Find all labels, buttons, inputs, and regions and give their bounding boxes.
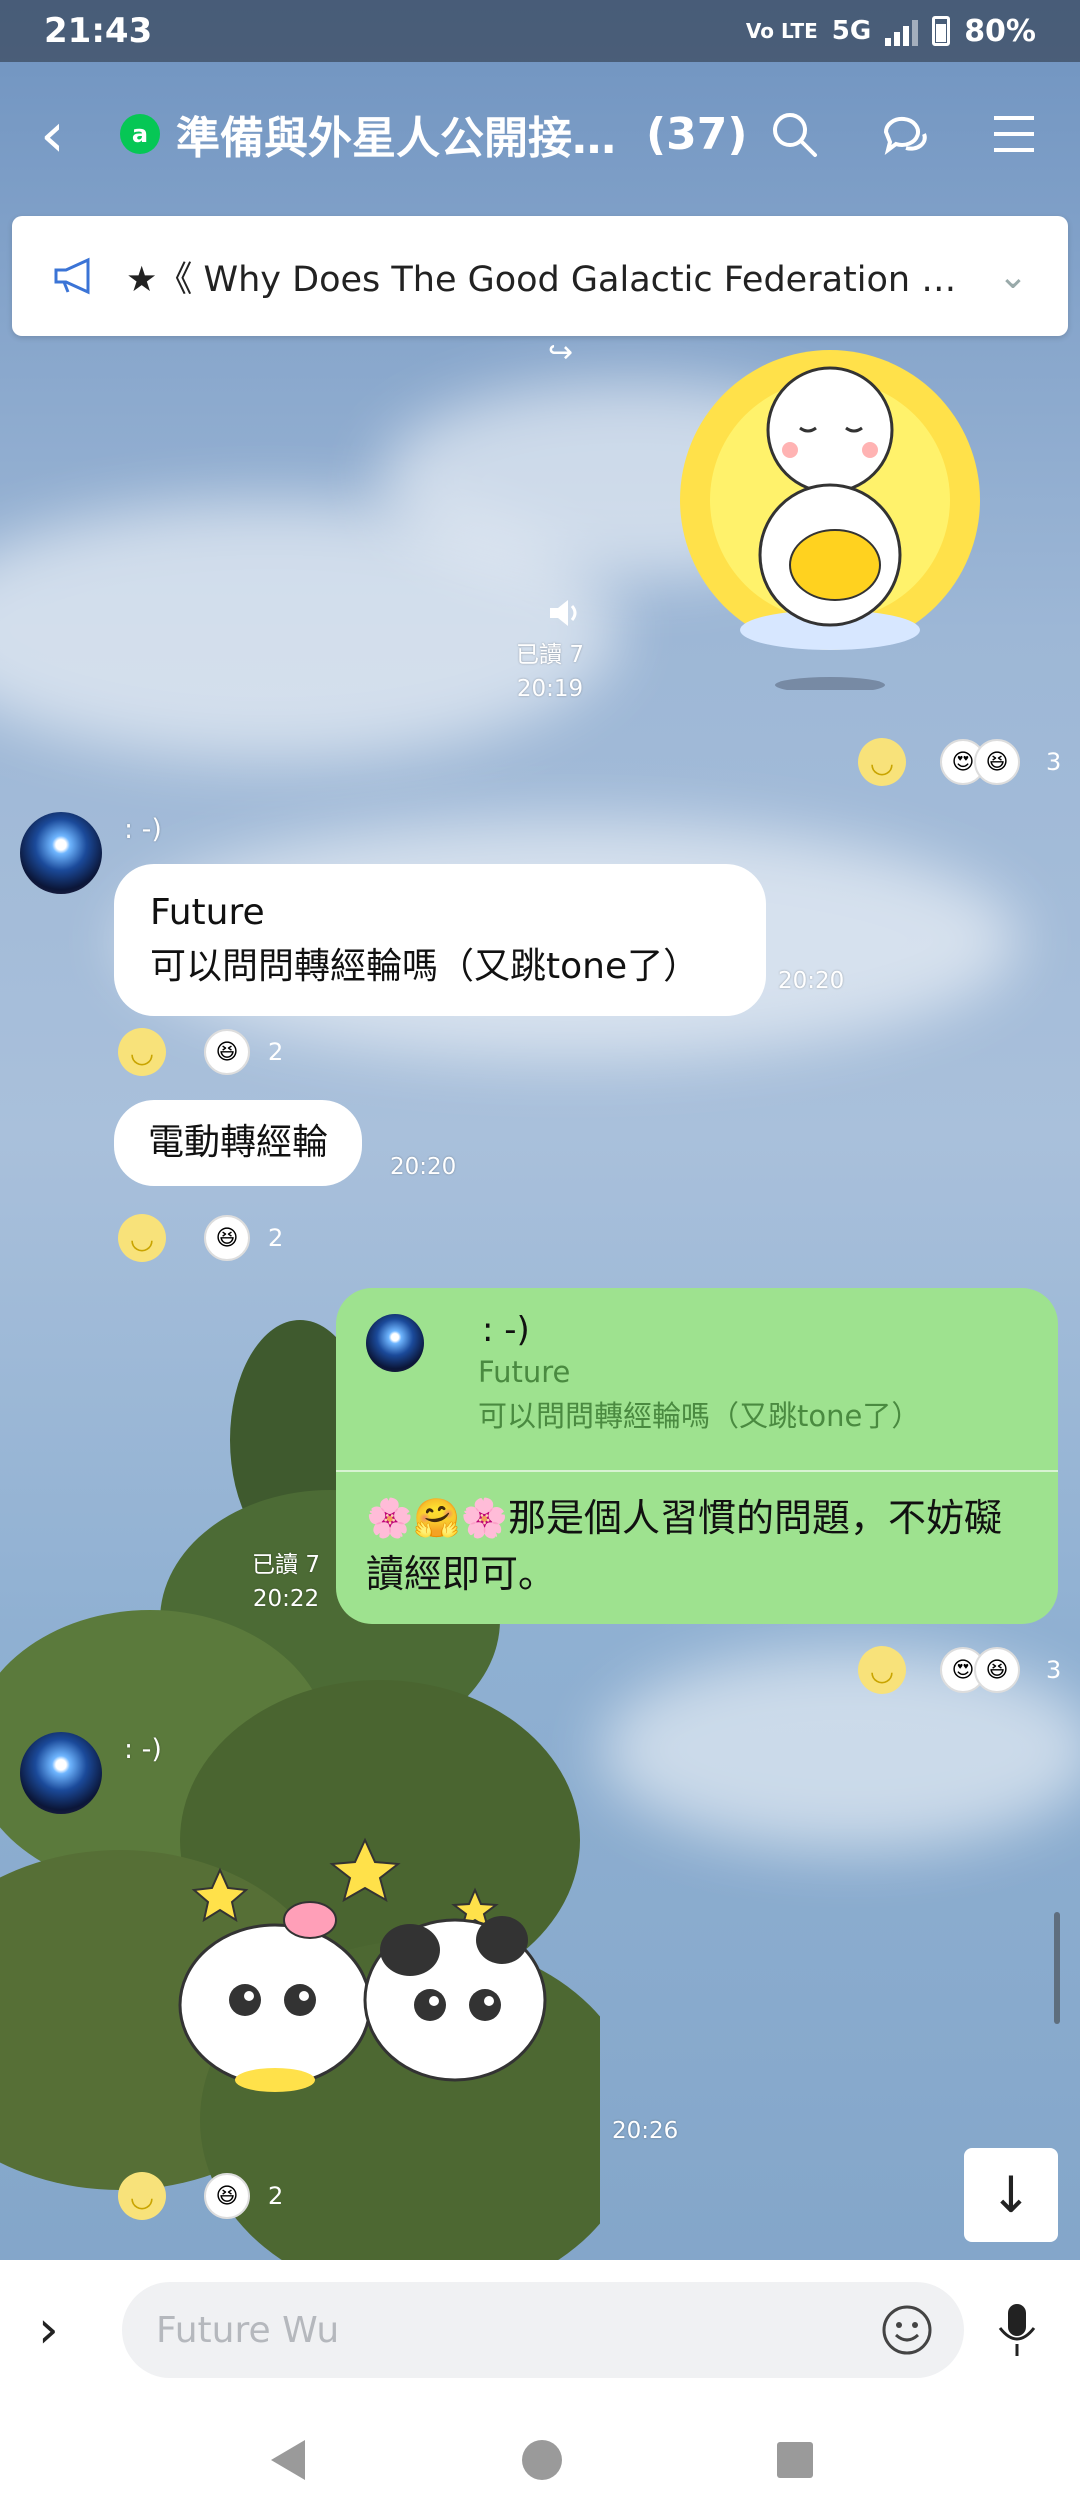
arrow-down-icon: ↓: [990, 2166, 1032, 2224]
message-line: Future: [150, 892, 265, 933]
smile-reaction-icon[interactable]: ◡: [858, 738, 906, 786]
scrollbar[interactable]: [1054, 1912, 1060, 2024]
laugh-reaction-icon: 😆: [204, 1215, 250, 1261]
sender-name: : -): [124, 1734, 162, 1765]
emoji-icon[interactable]: [880, 2303, 934, 2357]
chat-bubbles-icon[interactable]: [878, 108, 930, 160]
reactions-m5[interactable]: ◡ 😆 2: [118, 2172, 283, 2220]
message-time: 20:19: [516, 676, 584, 702]
scroll-to-bottom-button[interactable]: ↓: [964, 2148, 1058, 2242]
message-text: 電動轉經輪: [148, 1122, 329, 1163]
quoted-text: 可以問問轉經輪嗎（又跳tone了）: [478, 1399, 921, 1433]
laugh-reaction-icon: 😆: [974, 739, 1020, 785]
read-status: 已讀 7 20:22: [236, 1548, 336, 1616]
message-time: 20:26: [612, 2118, 679, 2144]
nav-recents-icon[interactable]: [775, 2440, 815, 2480]
laugh-reaction-icon: 😆: [204, 2173, 250, 2219]
signal-icon: [885, 16, 919, 46]
smile-reaction-icon[interactable]: ◡: [118, 1028, 166, 1076]
message-bubble[interactable]: 電動轉經輪: [114, 1100, 363, 1186]
reaction-count: 3: [1046, 1656, 1062, 1684]
sticker-image: [680, 350, 980, 693]
battery-level: 80%: [964, 13, 1036, 49]
message-input[interactable]: [156, 2309, 880, 2351]
reactions-m4[interactable]: ◡ 😍 😆 3: [858, 1646, 1061, 1694]
reply-arrow-icon: ↪: [548, 335, 574, 370]
reply-text: 🌸🤗🌸那是個人習慣的問題，不妨礙 讀經即可。: [336, 1472, 1058, 1620]
chat-title[interactable]: 準備與外星人公開接…: [176, 102, 616, 166]
status-time: 21:43: [44, 11, 153, 51]
quoted-message[interactable]: : -) Future 可以問問轉經輪嗎（又跳tone了）: [336, 1288, 1058, 1472]
announcement-text: ★《 Why Does The Good Galactic Federation…: [126, 259, 978, 300]
reaction-count: 2: [268, 2182, 284, 2210]
nav-home-icon[interactable]: [520, 2438, 564, 2482]
expand-chevron-icon[interactable]: ›: [38, 2300, 98, 2360]
read-count: 已讀 7: [516, 642, 584, 668]
message-line: 讀經即可。: [366, 1552, 557, 1596]
system-navigation-bar: [0, 2400, 1080, 2520]
quoted-avatar: [366, 1314, 424, 1372]
battery-icon: [932, 16, 951, 46]
nav-back-icon[interactable]: [265, 2436, 309, 2484]
message-line: 可以問問轉經輪嗎（又跳tone了）: [150, 946, 700, 987]
status-bar: 21:43 Vo LTE 5G 80%: [0, 0, 1080, 62]
message-bubble[interactable]: Future 可以問問轉經輪嗎（又跳tone了）: [114, 864, 766, 1016]
message-time: 20:22: [252, 1586, 320, 1612]
announcement-banner[interactable]: ★《 Why Does The Good Galactic Federation…: [12, 216, 1068, 336]
message-line: 🌸🤗🌸那是個人習慣的問題，不妨礙: [366, 1496, 1002, 1540]
reactions-m3[interactable]: ◡ 😆 2: [118, 1214, 283, 1262]
reaction-count: 2: [268, 1038, 284, 1066]
smile-reaction-icon[interactable]: ◡: [118, 2172, 166, 2220]
sender-name: : -): [124, 814, 162, 845]
read-count: 已讀 7: [252, 1552, 320, 1578]
reactions-m1[interactable]: ◡ 😍 😆 3: [858, 738, 1061, 786]
reaction-count: 2: [268, 1224, 284, 1252]
laugh-reaction-icon: 😆: [204, 1029, 250, 1075]
message-time: 20:20: [778, 968, 845, 994]
audio-icon: [550, 600, 577, 626]
reply-message-bubble[interactable]: : -) Future 可以問問轉經輪嗎（又跳tone了） 🌸🤗🌸那是個人習慣的…: [336, 1288, 1058, 1624]
chevron-down-icon[interactable]: ⌄: [998, 256, 1028, 297]
read-status: 已讀 7 20:19: [500, 638, 600, 706]
quoted-name: Future: [478, 1355, 571, 1389]
network-type: 5G: [831, 16, 872, 46]
message-input-container[interactable]: [122, 2282, 964, 2378]
sticker-image: [178, 1837, 547, 2092]
member-count: (37): [646, 108, 748, 160]
avatar[interactable]: [20, 1732, 102, 1814]
microphone-icon[interactable]: [992, 2300, 1042, 2360]
search-icon[interactable]: [768, 108, 820, 160]
message-time: 20:20: [390, 1154, 457, 1180]
chat-header: ‹ a 準備與外星人公開接… (37): [0, 62, 1080, 206]
reactions-m2[interactable]: ◡ 😆 2: [118, 1028, 283, 1076]
smile-reaction-icon[interactable]: ◡: [858, 1646, 906, 1694]
reaction-count: 3: [1046, 748, 1062, 776]
laugh-reaction-icon: 😆: [974, 1647, 1020, 1693]
sticker-message[interactable]: [150, 1830, 570, 2100]
smile-reaction-icon[interactable]: ◡: [118, 1214, 166, 1262]
sticker-message[interactable]: [670, 350, 990, 693]
quoted-sender: : -): [482, 1310, 530, 1350]
menu-icon[interactable]: [988, 108, 1040, 160]
volte-icon: Vo LTE: [745, 19, 818, 43]
avatar[interactable]: [20, 812, 102, 894]
back-icon[interactable]: ‹: [40, 98, 100, 171]
message-input-bar: ›: [0, 2260, 1080, 2400]
megaphone-icon: [54, 257, 90, 295]
group-badge-icon: a: [120, 114, 160, 154]
